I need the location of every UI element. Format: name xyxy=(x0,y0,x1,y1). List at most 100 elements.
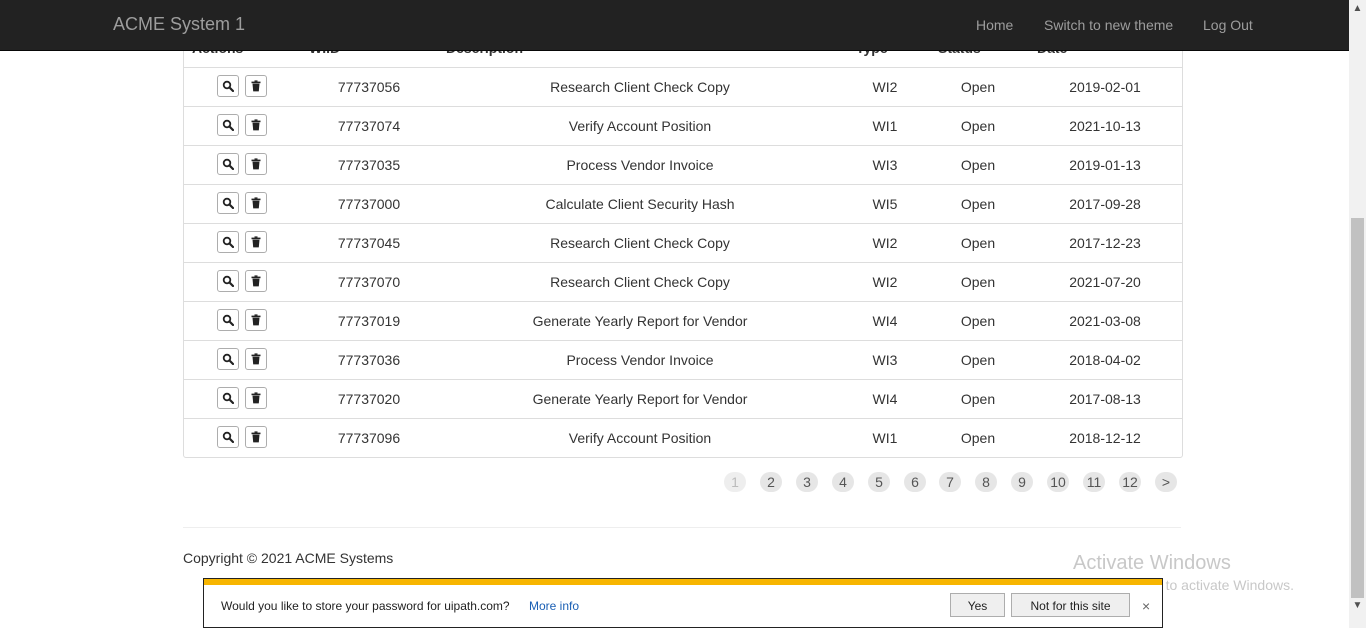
cell-description: Process Vendor Invoice xyxy=(566,352,714,368)
cell-status: Open xyxy=(960,157,996,173)
cell-wiid: 77737070 xyxy=(337,274,401,290)
view-button[interactable] xyxy=(217,348,239,370)
cell-status: Open xyxy=(960,313,996,329)
cell-date: 2021-07-20 xyxy=(1069,274,1141,290)
cell-date: 2017-08-13 xyxy=(1069,391,1141,407)
page-button[interactable]: 10 xyxy=(1047,472,1069,492)
cell-type: WI2 xyxy=(872,235,898,251)
delete-button[interactable] xyxy=(245,192,267,214)
view-button[interactable] xyxy=(217,114,239,136)
scroll-down-icon[interactable]: ▼ xyxy=(1349,597,1366,614)
table-row: 77737000 Calculate Client Security Hash WI… xyxy=(184,184,1182,224)
watermark-title: Activate Windows xyxy=(1073,552,1231,574)
page-button[interactable]: 6 xyxy=(904,472,926,492)
cell-wiid: 77737074 xyxy=(337,118,401,134)
cell-status: Open xyxy=(960,118,996,134)
page-button[interactable]: 4 xyxy=(832,472,854,492)
page-button[interactable]: 2 xyxy=(760,472,782,492)
cell-wiid: 77737036 xyxy=(337,352,401,368)
cell-description: Calculate Client Security Hash xyxy=(545,196,735,212)
view-button[interactable] xyxy=(217,192,239,214)
view-button[interactable] xyxy=(217,387,239,409)
work-items-table: Actions WIID Description Type Status Dat… xyxy=(183,20,1183,458)
cell-date: 2018-12-12 xyxy=(1069,430,1141,446)
cell-status: Open xyxy=(960,196,996,212)
delete-button[interactable] xyxy=(245,114,267,136)
nav-switch-theme[interactable]: Switch to new theme xyxy=(1044,17,1173,33)
cell-status: Open xyxy=(960,352,996,368)
page-button[interactable]: 7 xyxy=(939,472,961,492)
view-button[interactable] xyxy=(217,75,239,97)
page-button[interactable]: 1 xyxy=(724,472,746,492)
delete-button[interactable] xyxy=(245,153,267,175)
cell-type: WI3 xyxy=(872,352,898,368)
scroll-up-icon[interactable]: ▲ xyxy=(1349,0,1366,17)
cell-wiid: 77737035 xyxy=(337,157,401,173)
password-bar-accent xyxy=(204,579,1162,585)
table-row: 77737019 Generate Yearly Report for Vendo… xyxy=(184,301,1182,341)
delete-button[interactable] xyxy=(245,387,267,409)
view-button[interactable] xyxy=(217,153,239,175)
delete-button[interactable] xyxy=(245,270,267,292)
view-button[interactable] xyxy=(217,270,239,292)
cell-date: 2019-02-01 xyxy=(1069,79,1141,95)
cell-type: WI4 xyxy=(872,391,898,407)
table-row: 77737036 Process Vendor Invoice WI3 Open 201… xyxy=(184,340,1182,380)
cell-description: Process Vendor Invoice xyxy=(566,157,714,173)
view-button[interactable] xyxy=(217,309,239,331)
page-button[interactable]: 5 xyxy=(868,472,890,492)
delete-button[interactable] xyxy=(245,348,267,370)
nav-logout[interactable]: Log Out xyxy=(1203,17,1253,33)
table-row: 77737045 Research Client Check Copy WI2 Ope… xyxy=(184,223,1182,263)
table-row: 77737096 Verify Account Position WI1 Open 20… xyxy=(184,418,1182,457)
scroll-thumb[interactable] xyxy=(1351,218,1364,598)
cell-description: Generate Yearly Report for Vendor xyxy=(532,391,748,407)
cell-type: WI5 xyxy=(872,196,898,212)
cell-type: WI3 xyxy=(872,157,898,173)
close-icon[interactable]: × xyxy=(1142,598,1150,614)
cell-wiid: 77737096 xyxy=(337,430,401,446)
cell-description: Generate Yearly Report for Vendor xyxy=(532,313,748,329)
copyright-text: Copyright © 2021 ACME Systems xyxy=(183,550,394,566)
cell-description: Research Client Check Copy xyxy=(550,79,730,95)
nav-home[interactable]: Home xyxy=(976,17,1013,33)
footer-divider xyxy=(183,527,1181,528)
table-row: 77737056 Research Client Check Copy WI2 Ope… xyxy=(184,67,1182,107)
page-button[interactable]: 3 xyxy=(796,472,818,492)
page-button[interactable]: 9 xyxy=(1011,472,1033,492)
not-for-this-site-button[interactable]: Not for this site xyxy=(1011,593,1130,617)
cell-wiid: 77737045 xyxy=(337,235,401,251)
cell-date: 2019-01-13 xyxy=(1069,157,1141,173)
cell-status: Open xyxy=(960,235,996,251)
scrollbar[interactable]: ▲ ▼ xyxy=(1349,0,1366,628)
brand-title[interactable]: ACME System 1 xyxy=(113,14,245,35)
cell-date: 2021-03-08 xyxy=(1069,313,1141,329)
navbar: ACME System 1 Home Switch to new theme L… xyxy=(0,0,1349,51)
page-button[interactable]: 11 xyxy=(1083,472,1105,492)
cell-wiid: 77737019 xyxy=(337,313,401,329)
table-row: 77737074 Verify Account Position WI1 Open 20… xyxy=(184,106,1182,146)
table-row: 77737070 Research Client Check Copy WI2 Ope… xyxy=(184,262,1182,302)
more-info-link[interactable]: More info xyxy=(529,599,579,613)
delete-button[interactable] xyxy=(245,309,267,331)
cell-type: WI1 xyxy=(872,118,898,134)
delete-button[interactable] xyxy=(245,75,267,97)
delete-button[interactable] xyxy=(245,426,267,448)
cell-date: 2017-09-28 xyxy=(1069,196,1141,212)
cell-type: WI2 xyxy=(872,274,898,290)
view-button[interactable] xyxy=(217,426,239,448)
cell-type: WI1 xyxy=(872,430,898,446)
yes-button[interactable]: Yes xyxy=(950,593,1005,617)
cell-wiid: 77737056 xyxy=(337,79,401,95)
delete-button[interactable] xyxy=(245,231,267,253)
view-button[interactable] xyxy=(217,231,239,253)
page-button[interactable]: 12 xyxy=(1119,472,1141,492)
cell-wiid: 77737000 xyxy=(337,196,401,212)
cell-wiid: 77737020 xyxy=(337,391,401,407)
cell-date: 2018-04-02 xyxy=(1069,352,1141,368)
cell-description: Research Client Check Copy xyxy=(550,235,730,251)
table-row: 77737035 Process Vendor Invoice WI3 Open 201… xyxy=(184,145,1182,185)
page-next-button[interactable]: > xyxy=(1155,472,1177,492)
page-button[interactable]: 8 xyxy=(975,472,997,492)
cell-status: Open xyxy=(960,430,996,446)
